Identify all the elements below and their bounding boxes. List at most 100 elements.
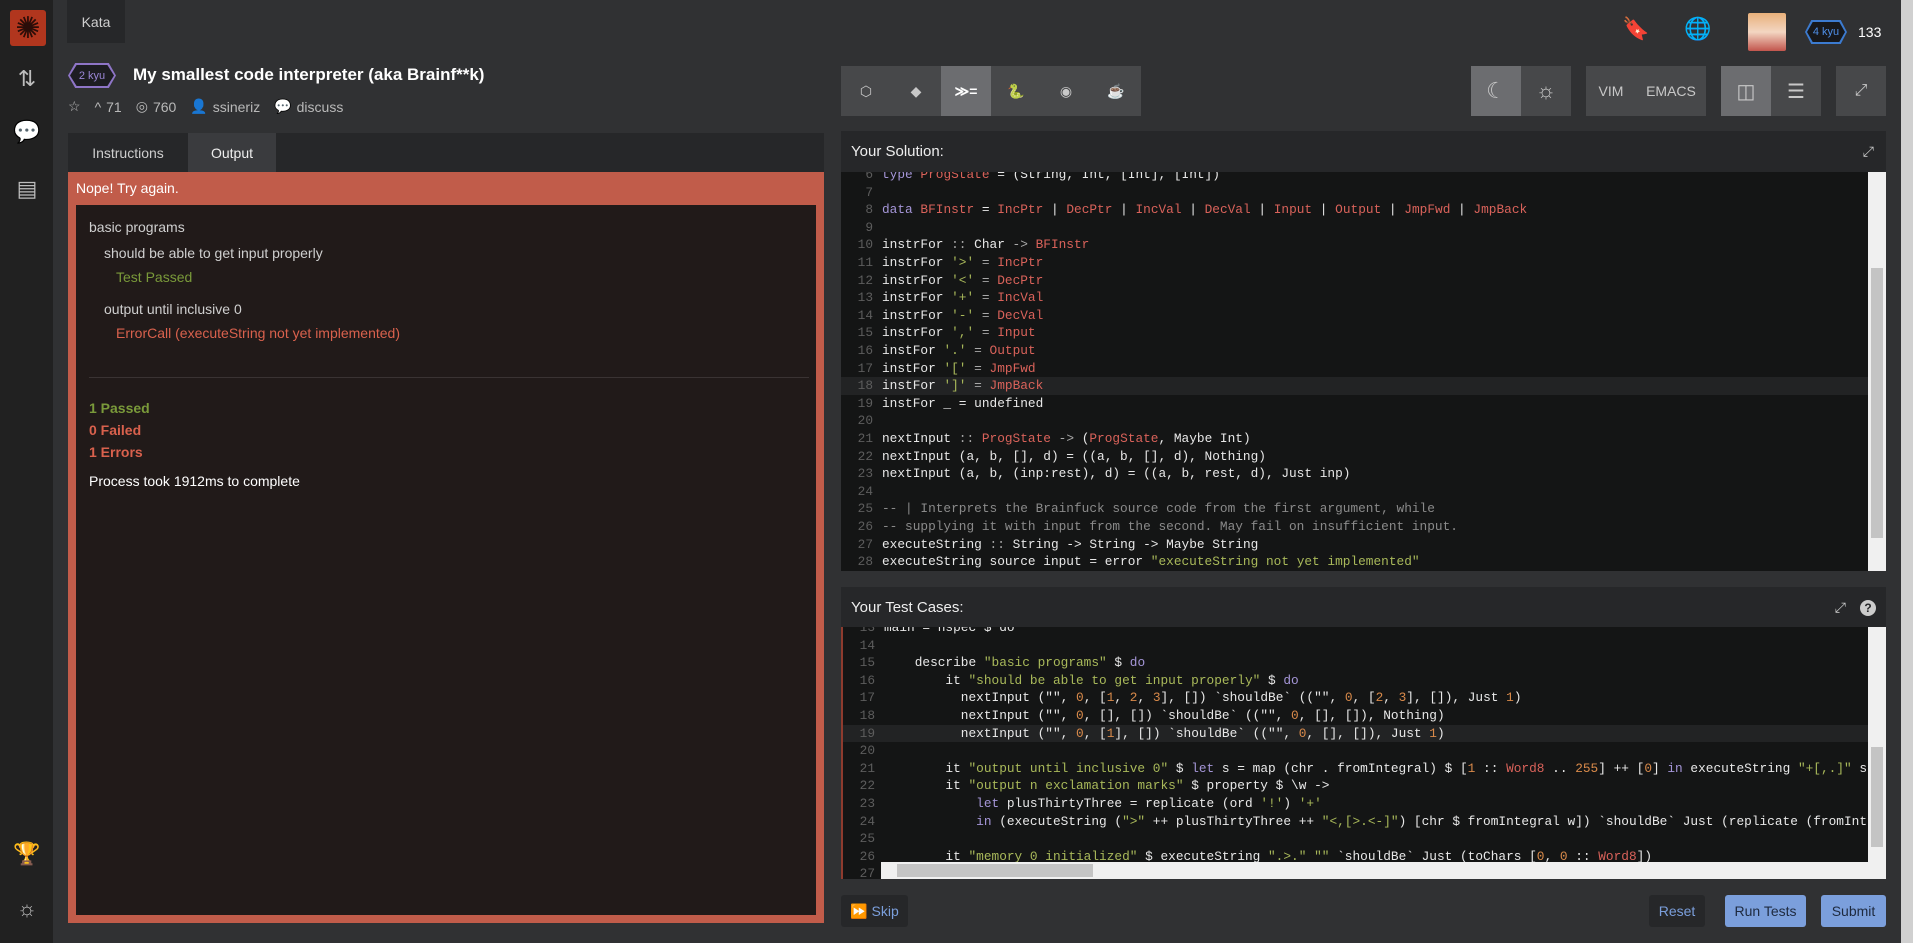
- pull-request-icon[interactable]: ⇅: [12, 64, 42, 94]
- code-token: 0: [1291, 708, 1299, 723]
- haskell-icon[interactable]: ≫=: [941, 66, 991, 116]
- java-icon[interactable]: ☕: [1091, 66, 1141, 116]
- code-text: instrFor '+' = IncVal: [882, 289, 1043, 307]
- skip-button[interactable]: ⏩ Skip: [841, 895, 908, 927]
- code-line[interactable]: 21 it "output until inclusive 0" $ let s…: [843, 760, 1868, 778]
- tests-editor[interactable]: 27 26 it "memory 0 initialized" $ execute…: [841, 627, 1886, 879]
- code-line[interactable]: 15 describe "basic programs" $ do: [843, 654, 1868, 672]
- code-line[interactable]: 22 it "output n exclamation marks" $ pro…: [843, 777, 1868, 795]
- tab-output[interactable]: Output: [188, 133, 276, 172]
- solution-editor[interactable]: 28 executeString source input = error "ex…: [841, 172, 1886, 571]
- code-line[interactable]: 12 instrFor '<' = DecPtr: [841, 272, 1868, 290]
- line-number: 20: [859, 743, 875, 759]
- code-line[interactable]: 16 instFor '.' = Output: [841, 342, 1868, 360]
- code-text: instFor _ = undefined: [882, 395, 1043, 413]
- code-line[interactable]: 16 it "should be able to get input prope…: [843, 672, 1868, 690]
- globe-icon[interactable]: 🌐: [1684, 16, 1711, 42]
- code-text: let plusThirtyThree = replicate (ord '!'…: [884, 795, 1322, 813]
- split-horizontal-icon[interactable]: ☰: [1771, 66, 1821, 116]
- line-number: 22: [857, 448, 873, 464]
- code-line[interactable]: 22 nextInput (a, b, [], d) = ((a, b, [], …: [841, 448, 1868, 466]
- submit-button[interactable]: Submit: [1821, 895, 1886, 927]
- code-line[interactable]: 8 data BFInstr = IncPtr | DecPtr | IncVal…: [841, 201, 1868, 219]
- code-line[interactable]: 27 executeString :: String -> String -> M…: [841, 536, 1868, 554]
- code-line[interactable]: 14: [843, 637, 1868, 655]
- code-token: nextInput ("",: [884, 690, 1076, 706]
- star-icon[interactable]: ☆: [68, 98, 81, 115]
- code-line[interactable]: 20: [843, 742, 1868, 760]
- scrollbar-thumb[interactable]: [1871, 747, 1883, 847]
- vim-button[interactable]: VIM: [1586, 66, 1636, 116]
- discuss-link[interactable]: 💬 discuss: [274, 98, 343, 115]
- code-line[interactable]: 17 instFor '[' = JmpFwd: [841, 360, 1868, 378]
- horizontal-scrollbar[interactable]: [881, 862, 1886, 879]
- honor-count: 133: [1858, 24, 1882, 40]
- code-line[interactable]: 28 executeString source input = error "ex…: [841, 553, 1868, 571]
- emacs-button[interactable]: EMACS: [1636, 66, 1706, 116]
- codewars-logo[interactable]: ✺: [10, 10, 46, 46]
- code-line[interactable]: 11 instrFor '>' = IncPtr: [841, 254, 1868, 272]
- scrollbar[interactable]: [1868, 172, 1886, 571]
- code-line[interactable]: 25 -- | Interprets the Brainfuck source c…: [841, 500, 1868, 518]
- code-line[interactable]: 18 nextInput ("", 0, [], []) `shouldBe` …: [843, 707, 1868, 725]
- code-line[interactable]: 13 instrFor '+' = IncVal: [841, 289, 1868, 307]
- scrollbar-thumb[interactable]: [897, 864, 1093, 877]
- kata-title: My smallest code interpreter (aka Brainf…: [133, 65, 485, 84]
- code-token: ProgState: [981, 431, 1051, 446]
- code-line[interactable]: 24 in (executeString (">" ++ plusThirtyT…: [843, 813, 1868, 831]
- kata-tab[interactable]: Kata: [67, 0, 125, 43]
- split-vertical-icon[interactable]: ◫: [1721, 66, 1771, 116]
- code-line[interactable]: 13 main = hspec $ do: [843, 627, 1868, 637]
- vote-button[interactable]: ^ 71: [95, 99, 122, 115]
- document-icon[interactable]: ▤: [12, 174, 42, 204]
- author-link[interactable]: 👤 ssineriz: [190, 98, 260, 115]
- code-line[interactable]: 9: [841, 219, 1868, 237]
- code-line[interactable]: 6 type ProgState = (String, Int, [Int], […: [841, 172, 1868, 184]
- code-line[interactable]: 19 nextInput ("", 0, [1], []) `shouldBe`…: [843, 724, 1868, 743]
- code-token: 1: [1506, 690, 1514, 706]
- code-line[interactable]: 14 instrFor '-' = DecVal: [841, 307, 1868, 325]
- help-icon[interactable]: ?: [1860, 599, 1876, 616]
- javascript-icon[interactable]: ⬡: [841, 66, 891, 116]
- expand-icon[interactable]: ⤢: [1835, 599, 1846, 616]
- code-token: in: [1667, 760, 1683, 776]
- moon-icon[interactable]: ☾: [1471, 66, 1521, 116]
- code-token: ,: [1383, 690, 1399, 706]
- scrollbar[interactable]: [1868, 627, 1886, 862]
- clojure-icon[interactable]: ◉: [1041, 66, 1091, 116]
- line-number: 9: [865, 219, 873, 235]
- chat-icon[interactable]: 💬: [12, 117, 42, 147]
- run-tests-button[interactable]: Run Tests: [1725, 895, 1806, 927]
- code-token: 0: [1076, 690, 1084, 706]
- trophy-icon[interactable]: 🏆: [12, 839, 42, 869]
- code-line[interactable]: 18 instFor ']' = JmpBack: [841, 377, 1868, 395]
- python-icon[interactable]: 🐍: [991, 66, 1041, 116]
- code-line[interactable]: 25: [843, 830, 1868, 848]
- page-scrollbar[interactable]: [1901, 0, 1913, 943]
- reset-button[interactable]: Reset: [1649, 895, 1705, 927]
- tab-instructions[interactable]: Instructions: [68, 133, 188, 172]
- lightbulb-icon[interactable]: ☼: [12, 894, 42, 924]
- expand-icon[interactable]: ⤢: [1836, 66, 1886, 116]
- expand-icon[interactable]: ⤢: [1863, 143, 1874, 160]
- code-token: ::: [981, 536, 1013, 552]
- code-text: -- | Interprets the Brainfuck source cod…: [882, 500, 1435, 518]
- avatar[interactable]: [1748, 13, 1786, 51]
- code-line[interactable]: 10 instrFor :: Char -> BFInstr: [841, 236, 1868, 254]
- code-token: Output: [989, 343, 1036, 358]
- skip-label: Skip: [871, 903, 899, 919]
- scrollbar-thumb[interactable]: [1871, 268, 1883, 538]
- code-line[interactable]: 19 instFor _ = undefined: [841, 395, 1868, 413]
- bookmark-icon[interactable]: 🔖: [1622, 16, 1649, 42]
- ruby-icon[interactable]: ◆: [891, 66, 941, 116]
- sun-icon[interactable]: ☼: [1521, 66, 1571, 116]
- code-line[interactable]: 21 nextInput :: ProgState -> (ProgState, …: [841, 430, 1868, 448]
- code-line[interactable]: 15 instrFor ',' = Input: [841, 324, 1868, 342]
- code-line[interactable]: 7: [841, 184, 1868, 202]
- code-line[interactable]: 23 let plusThirtyThree = replicate (ord …: [843, 795, 1868, 813]
- code-line[interactable]: 26 -- supplying it with input from the se…: [841, 518, 1868, 536]
- code-line[interactable]: 20: [841, 412, 1868, 430]
- code-line[interactable]: 24: [841, 483, 1868, 501]
- code-line[interactable]: 23 nextInput (a, b, (inp:rest), d) = ((a,…: [841, 465, 1868, 483]
- code-line[interactable]: 17 nextInput ("", 0, [1, 2, 3], []) `sho…: [843, 689, 1868, 707]
